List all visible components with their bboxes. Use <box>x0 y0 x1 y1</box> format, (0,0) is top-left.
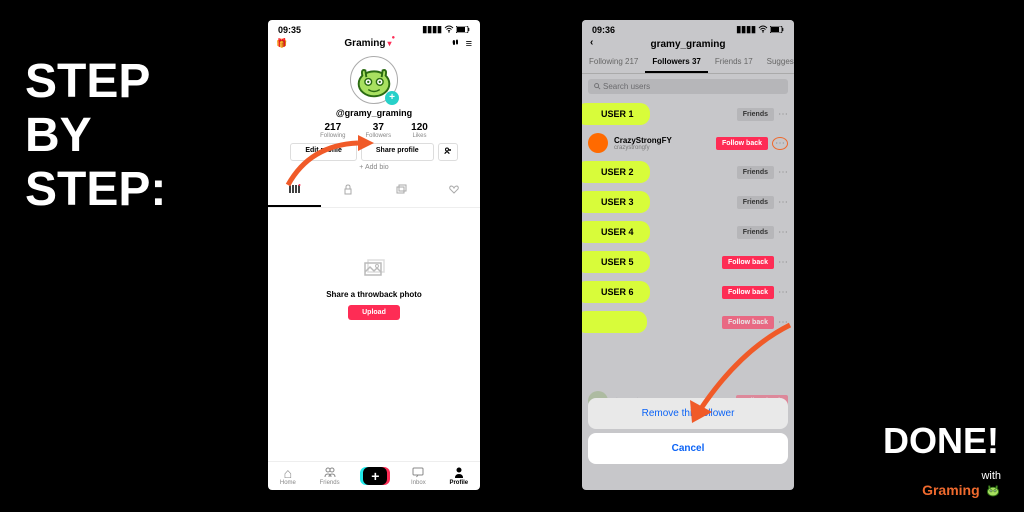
more-icon[interactable]: ⋯ <box>778 227 788 238</box>
list-item[interactable]: USER 2 Friends ⋯ <box>588 157 788 187</box>
wifi-icon <box>758 25 768 35</box>
status-bar: 09:35 ▮▮▮▮ <box>268 20 480 37</box>
more-icon[interactable]: ⋯ <box>778 287 788 298</box>
photo-icon <box>268 258 480 284</box>
stat-followers[interactable]: 37 Followers <box>365 122 391 139</box>
battery-icon <box>770 25 784 35</box>
back-icon[interactable]: ‹ <box>590 37 593 48</box>
prompt-text: Share a throwback photo <box>268 290 480 299</box>
avatar <box>588 133 608 153</box>
friends-button[interactable]: Friends <box>737 108 774 121</box>
tab-repost[interactable] <box>374 179 427 207</box>
tab-inbox[interactable]: Inbox <box>411 466 426 486</box>
done-label: DONE! <box>883 420 999 462</box>
search-input[interactable]: Search users <box>588 79 788 94</box>
profile-avatar[interactable]: + <box>350 56 398 104</box>
friends-icon <box>320 466 340 480</box>
tab-liked[interactable] <box>427 179 480 207</box>
follower-tabs: Following 217 Followers 37 Friends 17 Su… <box>582 52 794 74</box>
tab-followers[interactable]: Followers 37 <box>645 52 707 73</box>
list-item[interactable]: Follow back ⋯ <box>588 307 788 337</box>
footprint-icon[interactable] <box>450 37 460 50</box>
home-icon: ⌂ <box>280 466 296 480</box>
add-bio-link[interactable]: + Add bio <box>268 164 480 171</box>
tab-profile[interactable]: Profile <box>449 466 468 486</box>
tab-following[interactable]: Following 217 <box>582 52 645 73</box>
upload-button[interactable]: Upload <box>348 305 400 320</box>
status-time: 09:35 <box>278 25 301 35</box>
more-icon[interactable]: ⋯ <box>778 317 788 328</box>
follow-back-button[interactable]: Follow back <box>722 286 774 299</box>
remove-follower-button[interactable]: Remove this follower <box>588 398 788 429</box>
list-item[interactable]: CrazyStrongFY crazystrongfy Follow back … <box>588 129 788 157</box>
status-icons: ▮▮▮▮ <box>736 24 784 35</box>
more-icon-circled[interactable]: ⋯ <box>772 137 788 150</box>
slide-title: STEP BY STEP: <box>25 55 166 216</box>
profile-handle: @gramy_graming <box>268 108 480 118</box>
stat-following[interactable]: 217 Following <box>320 122 345 139</box>
tab-suggested[interactable]: Suggested <box>760 52 794 73</box>
list-item[interactable]: USER 5 Follow back ⋯ <box>588 247 788 277</box>
profile-stats: 217 Following 37 Followers 120 Likes <box>268 122 480 139</box>
tab-friends[interactable]: Friends 17 <box>708 52 760 73</box>
followers-list: USER 1 Friends ⋯ CrazyStrongFY crazystro… <box>582 99 794 415</box>
friends-button[interactable]: Friends <box>737 166 774 179</box>
more-icon[interactable]: ⋯ <box>778 167 788 178</box>
tab-create[interactable]: + <box>363 467 387 485</box>
signal-icon: ▮▮▮▮ <box>736 24 756 35</box>
status-bar: 09:36 ▮▮▮▮ <box>582 20 794 37</box>
tab-locked[interactable] <box>321 179 374 207</box>
brand-alien-icon <box>985 483 1001 497</box>
edit-profile-button[interactable]: Edit profile <box>290 143 357 161</box>
phone-profile: 09:35 ▮▮▮▮ 🎁 Graming▾● ≡ <box>268 20 480 490</box>
header-title[interactable]: Graming▾● <box>344 38 397 49</box>
brand: with Graming <box>922 470 1001 498</box>
status-icons: ▮▮▮▮ <box>422 24 470 35</box>
phone-followers: 09:36 ▮▮▮▮ ‹ gramy_graming Following 217… <box>582 20 794 490</box>
inbox-icon <box>411 466 426 480</box>
follow-back-button[interactable]: Follow back <box>716 137 768 150</box>
add-story-icon[interactable]: + <box>385 91 399 105</box>
header-title: gramy_graming <box>650 39 725 50</box>
followers-header: ‹ gramy_graming <box>582 37 794 52</box>
tab-home[interactable]: ⌂Home <box>280 466 296 486</box>
list-item[interactable]: USER 1 Friends ⋯ <box>588 99 788 129</box>
tab-grid[interactable] <box>268 179 321 207</box>
bottom-tab-bar: ⌂Home Friends + Inbox Profile <box>268 461 480 488</box>
empty-state-prompt: Share a throwback photo Upload <box>268 258 480 320</box>
friends-button[interactable]: Friends <box>737 226 774 239</box>
profile-header: 🎁 Graming▾● ≡ <box>268 37 480 50</box>
list-item[interactable]: USER 6 Follow back ⋯ <box>588 277 788 307</box>
signal-icon: ▮▮▮▮ <box>422 24 442 35</box>
cancel-button[interactable]: Cancel <box>588 433 788 464</box>
add-friend-button[interactable] <box>438 143 458 161</box>
profile-button-row: Edit profile Share profile <box>268 143 480 161</box>
follow-back-button[interactable]: Follow back <box>722 316 774 329</box>
share-profile-button[interactable]: Share profile <box>361 143 434 161</box>
wifi-icon <box>444 25 454 35</box>
tab-friends[interactable]: Friends <box>320 466 340 486</box>
friends-button[interactable]: Friends <box>737 196 774 209</box>
more-icon[interactable]: ⋯ <box>778 109 788 120</box>
list-item[interactable]: USER 4 Friends ⋯ <box>588 217 788 247</box>
follow-back-button[interactable]: Follow back <box>722 256 774 269</box>
status-time: 09:36 <box>592 25 615 35</box>
list-item[interactable]: USER 3 Friends ⋯ <box>588 187 788 217</box>
stat-likes[interactable]: 120 Likes <box>411 122 428 139</box>
more-icon[interactable]: ⋯ <box>778 257 788 268</box>
action-sheet: Remove this follower Cancel <box>588 394 788 464</box>
header-left: 🎁 <box>276 38 292 49</box>
gift-icon[interactable]: 🎁 <box>276 38 287 49</box>
menu-icon[interactable]: ≡ <box>466 38 472 50</box>
more-icon[interactable]: ⋯ <box>778 197 788 208</box>
profile-content-tabs <box>268 179 480 208</box>
profile-icon <box>449 466 468 480</box>
battery-icon <box>456 25 470 35</box>
